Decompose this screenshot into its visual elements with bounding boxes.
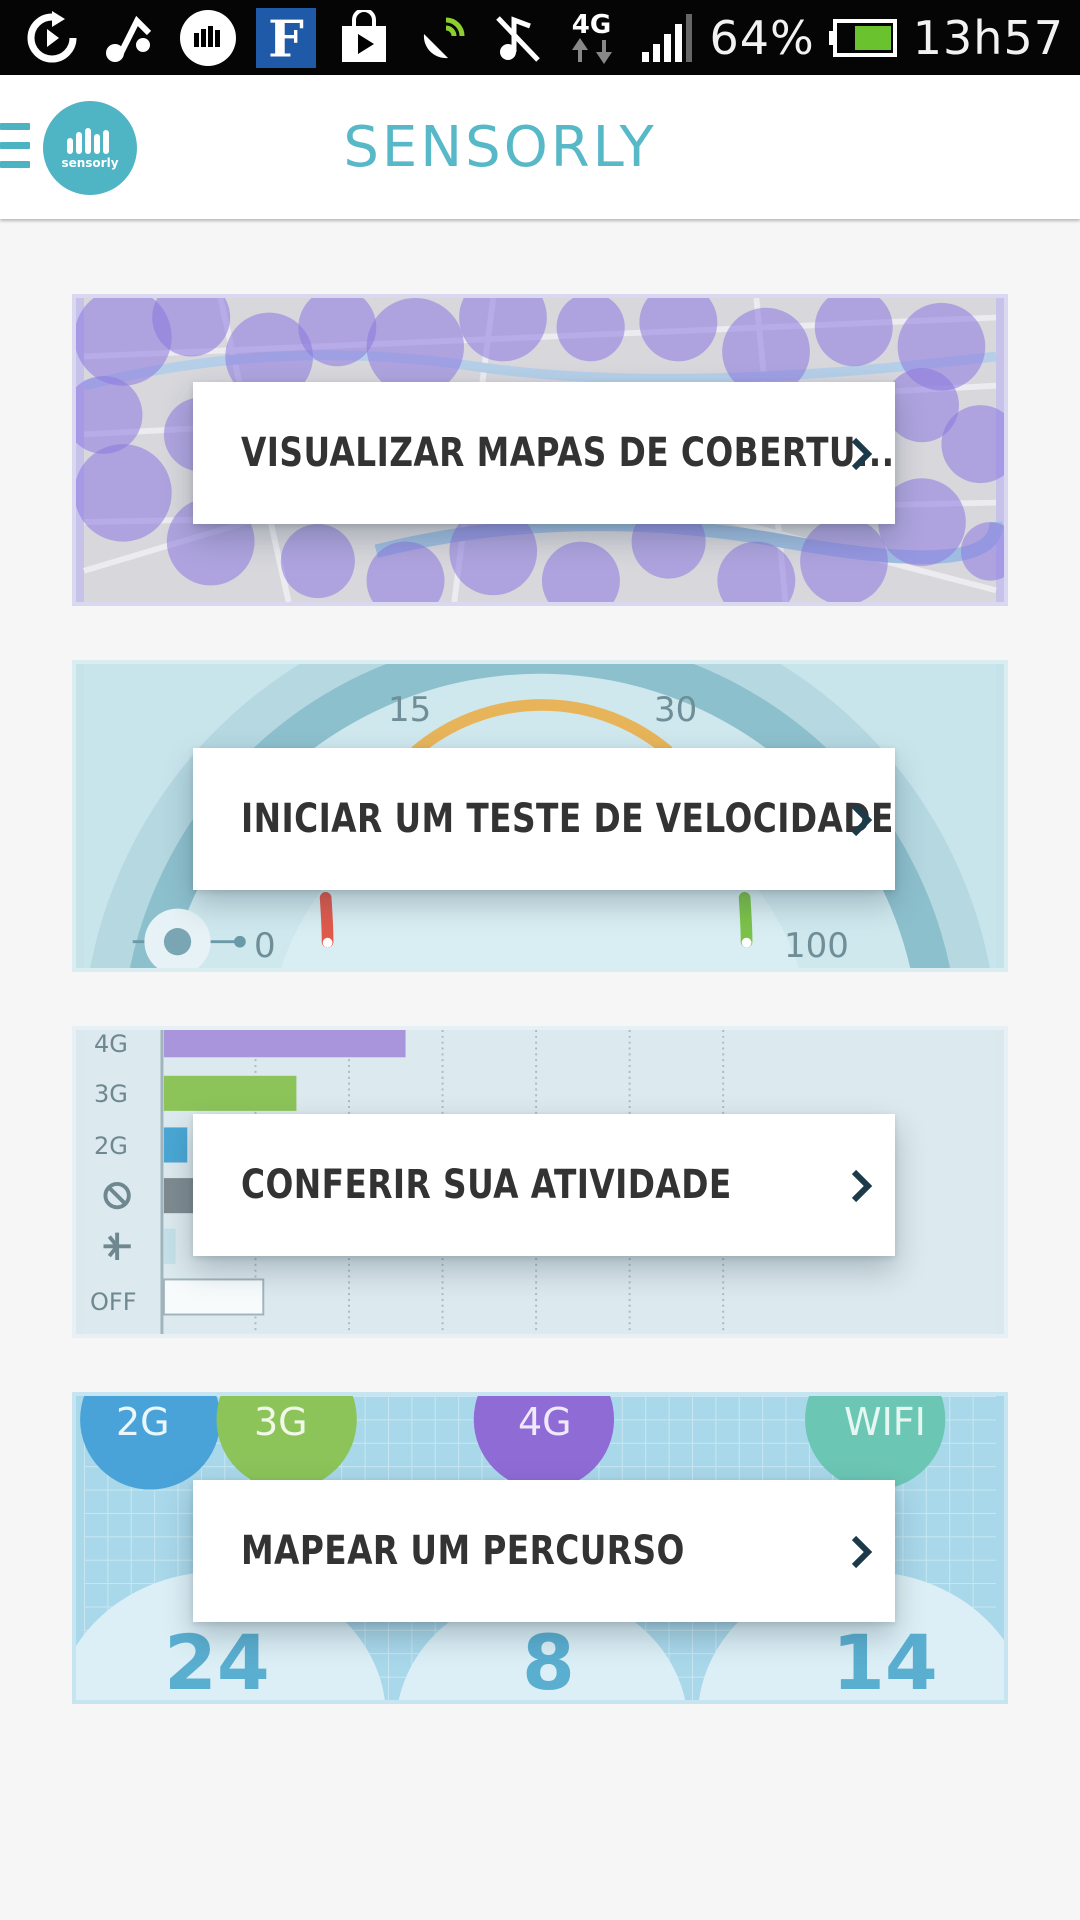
bubble-wifi: WIFI — [844, 1400, 926, 1444]
count-wifi: 14 — [832, 1618, 938, 1704]
network-type-label: 4G — [571, 9, 612, 40]
coverage-maps-card[interactable]: VISUALIZAR MAPAS DE COBERTU... — [72, 294, 1008, 606]
sensorly-logo[interactable]: sensorly — [43, 101, 137, 195]
satellite-dish-icon — [414, 8, 474, 68]
gauge-tick-30: 30 — [654, 690, 698, 730]
coverage-maps-label: VISUALIZAR MAPAS DE COBERTU... — [241, 430, 895, 476]
activity-label-2g: 2G — [94, 1132, 128, 1160]
coverage-maps-button[interactable]: VISUALIZAR MAPAS DE COBERTU... — [193, 382, 895, 524]
activity-label: CONFERIR SUA ATIVIDADE — [241, 1162, 732, 1208]
music-app-icon — [100, 8, 160, 68]
activity-button[interactable]: CONFERIR SUA ATIVIDADE — [193, 1114, 895, 1256]
sensorly-notification-icon — [178, 8, 238, 68]
activity-card[interactable]: 4G 3G 2G OFF CONFERIR SUA ATIVIDADE — [72, 1026, 1008, 1338]
activity-label-3g: 3G — [94, 1080, 128, 1108]
activity-label-4g: 4G — [94, 1030, 128, 1058]
system-status: 4G 64% 13h57 — [414, 0, 1064, 75]
status-bar: F 4G 64% 13h57 — [0, 0, 1080, 75]
network-4g-icon: 4G — [562, 8, 622, 68]
hamburger-menu-icon[interactable] — [0, 123, 30, 169]
chevron-right-icon — [851, 437, 873, 471]
battery-percent: 64% — [709, 10, 815, 65]
app-bar: sensorly SENSORLY — [0, 75, 1080, 219]
svg-text:F: F — [268, 9, 304, 68]
sync-icon — [22, 8, 82, 68]
speed-test-label: INICIAR UM TESTE DE VELOCIDADE — [241, 796, 894, 842]
chevron-right-icon — [851, 803, 873, 837]
clock: 13h57 — [912, 10, 1064, 65]
speed-test-card[interactable]: 0 15 30 100 INICIAR UM TESTE DE VELOCIDA… — [72, 660, 1008, 972]
play-store-icon — [334, 8, 394, 68]
count-4g: 8 — [522, 1618, 575, 1704]
signal-bars-icon — [636, 8, 696, 68]
chevron-right-icon — [851, 1535, 873, 1569]
gauge-tick-15: 15 — [388, 690, 432, 730]
logo-text: sensorly — [61, 156, 119, 170]
route-card[interactable]: 2G 3G 4G WIFI 24 8 14 MAPEAR UM PERCURSO — [72, 1392, 1008, 1704]
bubble-4g: 4G — [518, 1400, 572, 1444]
app-title: SENSORLY — [343, 115, 657, 180]
chevron-right-icon — [851, 1169, 873, 1203]
le-figaro-app-icon: F — [256, 8, 316, 68]
mute-icon — [488, 8, 548, 68]
route-button[interactable]: MAPEAR UM PERCURSO — [193, 1480, 895, 1622]
bubble-2g: 2G — [116, 1400, 170, 1444]
activity-label-off: OFF — [90, 1288, 137, 1316]
gauge-tick-100: 100 — [784, 926, 849, 966]
route-label: MAPEAR UM PERCURSO — [241, 1528, 685, 1574]
bubble-3g: 3G — [254, 1400, 308, 1444]
gauge-tick-0: 0 — [254, 926, 276, 966]
logo-bars-icon — [67, 128, 109, 154]
battery-icon — [828, 8, 899, 68]
notification-icons: F — [22, 8, 394, 68]
count-2g: 24 — [164, 1618, 270, 1704]
speed-test-button[interactable]: INICIAR UM TESTE DE VELOCIDADE — [193, 748, 895, 890]
